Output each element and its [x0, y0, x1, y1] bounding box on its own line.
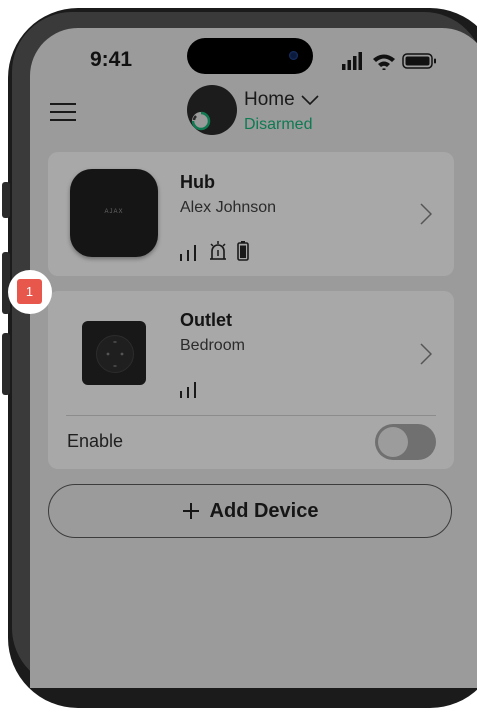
status-time: 9:41: [90, 48, 133, 71]
hub-logo: AJAX: [104, 209, 124, 215]
outlet-socket: [96, 335, 134, 373]
add-device-button[interactable]: Add Device: [48, 484, 452, 538]
status-icons: [342, 52, 436, 70]
dynamic-island: [187, 38, 313, 74]
device-card-hub[interactable]: AJAX Hub Alex Johnson: [48, 152, 454, 276]
app-screen: 9:41 Home Disarmed AJAX Hub Alex Johnson…: [30, 28, 477, 688]
enable-label: Enable: [67, 431, 124, 451]
hamburger-icon[interactable]: [50, 102, 76, 122]
phone-volume-down-button: [2, 333, 10, 395]
signal-strength-icon: [180, 245, 196, 261]
device-name: Hub: [180, 172, 215, 192]
space-selector[interactable]: Home: [244, 89, 319, 111]
device-room: Bedroom: [180, 337, 245, 354]
signal-strength-icon: [180, 382, 196, 398]
card-divider: [66, 415, 436, 416]
arming-progress-icon: [191, 111, 211, 131]
hub-device-image: AJAX: [70, 169, 158, 257]
add-device-label: Add Device: [209, 499, 319, 522]
chevron-right-icon: [420, 343, 432, 365]
toggle-knob: [378, 427, 408, 457]
front-camera: [289, 51, 298, 60]
space-name: Home: [244, 89, 295, 110]
device-card-outlet[interactable]: Outlet Bedroom Enable: [48, 291, 454, 469]
signal-icon: [342, 52, 362, 70]
security-status: Disarmed: [244, 116, 313, 133]
enable-toggle[interactable]: [375, 424, 436, 460]
chevron-down-icon: [301, 95, 319, 105]
wifi-icon: [373, 54, 395, 70]
callout-badge: 1: [17, 279, 42, 304]
chevron-right-icon: [420, 203, 432, 225]
battery-icon: [237, 241, 249, 261]
device-room: Alex Johnson: [180, 199, 277, 216]
phone-action-button: [2, 182, 10, 218]
battery-icon: [402, 53, 436, 69]
plus-icon: [182, 503, 199, 519]
device-name: Outlet: [180, 310, 232, 330]
space-avatar[interactable]: [187, 85, 237, 135]
siren-icon: [210, 241, 226, 260]
outlet-device-image: [82, 321, 146, 385]
